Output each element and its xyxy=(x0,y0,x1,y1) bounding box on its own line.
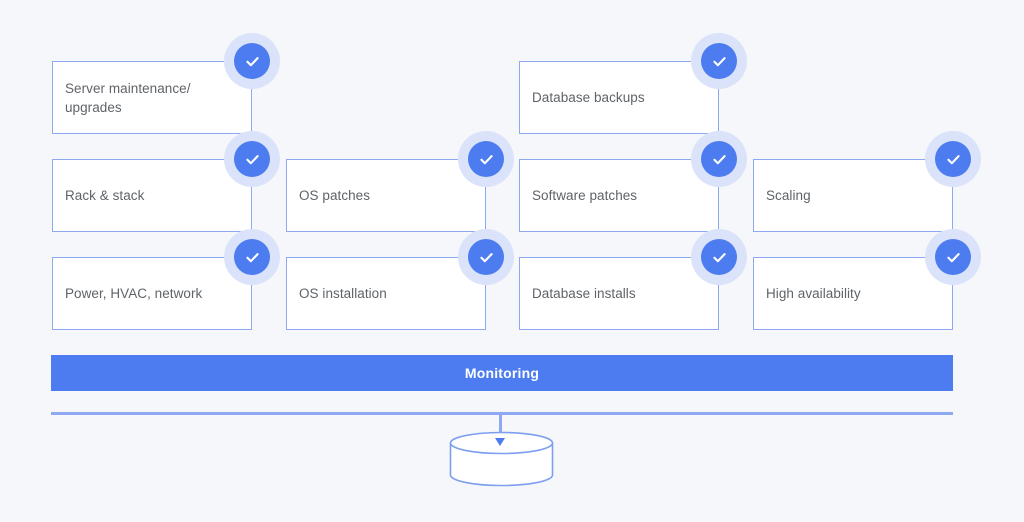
check-badge-os-installation[interactable] xyxy=(458,229,514,285)
check-icon xyxy=(701,43,737,79)
check-badge-high-availability[interactable] xyxy=(925,229,981,285)
task-label-scaling: Scaling xyxy=(766,188,811,203)
task-label-rack-and-stack: Rack & stack xyxy=(65,188,145,203)
task-box-software-patches[interactable]: Software patches xyxy=(519,159,719,232)
check-icon xyxy=(234,43,270,79)
task-box-database-installs[interactable]: Database installs xyxy=(519,257,719,330)
check-icon xyxy=(468,239,504,275)
check-icon xyxy=(935,239,971,275)
task-box-scaling[interactable]: Scaling xyxy=(753,159,953,232)
monitoring-label: Monitoring xyxy=(464,365,540,381)
check-icon xyxy=(468,141,504,177)
check-badge-software-patches[interactable] xyxy=(691,131,747,187)
check-badge-database-installs[interactable] xyxy=(691,229,747,285)
check-badge-scaling[interactable] xyxy=(925,131,981,187)
task-label-database-backups: Database backups xyxy=(532,90,645,105)
task-box-power-hvac-network[interactable]: Power, HVAC, network xyxy=(52,257,252,330)
drop-arrow-icon xyxy=(495,438,505,446)
task-label-database-installs: Database installs xyxy=(532,286,636,301)
diagram-canvas: Server maintenance/ upgrades Database bac… xyxy=(0,0,1024,522)
check-icon xyxy=(701,239,737,275)
check-icon xyxy=(234,239,270,275)
task-box-os-patches[interactable]: OS patches xyxy=(286,159,486,232)
check-badge-server-maintenance-upgrades[interactable] xyxy=(224,33,280,89)
task-box-high-availability[interactable]: High availability xyxy=(753,257,953,330)
bus-horizontal-line xyxy=(51,412,953,415)
task-label-power-hvac-network: Power, HVAC, network xyxy=(65,286,203,301)
task-box-server-maintenance-upgrades[interactable]: Server maintenance/ upgrades xyxy=(52,61,252,134)
monitoring-bar[interactable]: Monitoring xyxy=(51,355,953,391)
task-box-os-installation[interactable]: OS installation xyxy=(286,257,486,330)
task-box-rack-and-stack[interactable]: Rack & stack xyxy=(52,159,252,232)
check-badge-database-backups[interactable] xyxy=(691,33,747,89)
check-badge-os-patches[interactable] xyxy=(458,131,514,187)
task-label-os-installation: OS installation xyxy=(299,286,387,301)
check-icon xyxy=(234,141,270,177)
check-badge-power-hvac-network[interactable] xyxy=(224,229,280,285)
task-label-os-patches: OS patches xyxy=(299,188,371,203)
task-label-software-patches: Software patches xyxy=(532,188,638,203)
check-badge-rack-and-stack[interactable] xyxy=(224,131,280,187)
task-label-server-maintenance-upgrades: Server maintenance/ upgrades xyxy=(65,80,191,115)
task-box-database-backups[interactable]: Database backups xyxy=(519,61,719,134)
check-icon xyxy=(701,141,737,177)
task-label-high-availability: High availability xyxy=(766,286,861,301)
check-icon xyxy=(935,141,971,177)
